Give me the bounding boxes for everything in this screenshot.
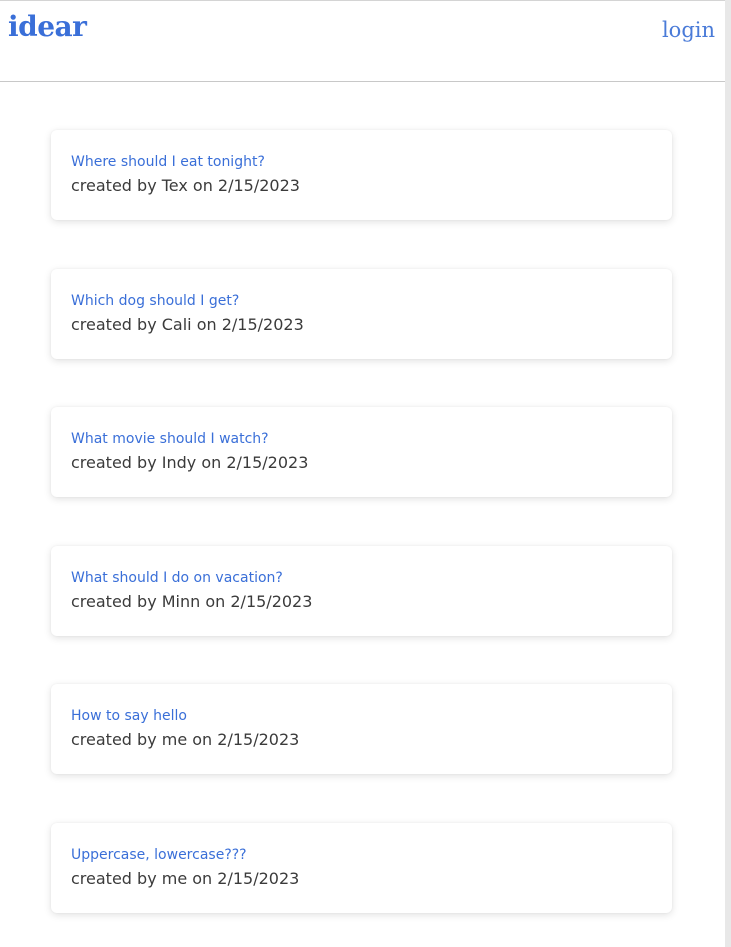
post-title-link[interactable]: What should I do on vacation? <box>71 568 652 588</box>
post-card[interactable]: What should I do on vacation? created by… <box>51 545 672 636</box>
post-title-link[interactable]: What movie should I watch? <box>71 429 652 449</box>
post-byline: created by Minn on 2/15/2023 <box>71 591 313 611</box>
post-card[interactable]: Where should I eat tonight? created by T… <box>51 130 672 220</box>
login-link[interactable]: login <box>662 15 715 45</box>
post-title-link[interactable]: Where should I eat tonight? <box>71 152 652 172</box>
post-byline: created by Cali on 2/15/2023 <box>71 314 304 334</box>
post-title-link[interactable]: How to say hello <box>71 706 652 726</box>
post-byline: created by me on 2/15/2023 <box>71 730 300 749</box>
post-title-link[interactable]: Uppercase, lowercase??? <box>71 845 652 865</box>
post-byline: created by Indy on 2/15/2023 <box>71 453 309 472</box>
post-card[interactable]: How to say hello created by me on 2/15/2… <box>51 684 672 774</box>
post-byline: created by Tex on 2/15/2023 <box>71 176 300 195</box>
post-card[interactable]: What movie should I watch? created by In… <box>51 407 672 497</box>
post-card[interactable]: Uppercase, lowercase??? created by me on… <box>51 822 672 913</box>
site-logo[interactable]: idear <box>8 9 87 45</box>
site-header: idear login <box>0 1 725 82</box>
post-list: Where should I eat tonight? created by T… <box>51 130 672 947</box>
post-card[interactable]: Which dog should I get? created by Cali … <box>51 268 672 359</box>
post-title-link[interactable]: Which dog should I get? <box>71 291 652 311</box>
scrollbar[interactable] <box>725 0 731 947</box>
post-byline: created by me on 2/15/2023 <box>71 868 300 888</box>
